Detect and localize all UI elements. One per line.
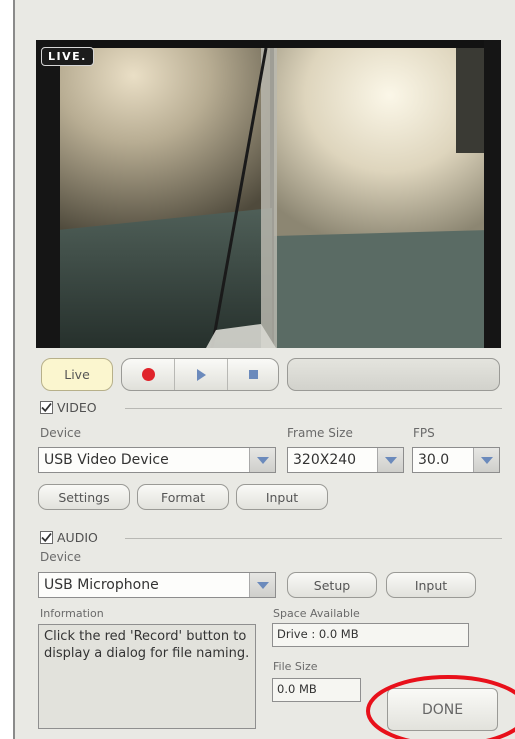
fps-label: FPS xyxy=(413,426,435,440)
frame-size-label: Frame Size xyxy=(287,426,353,440)
file-size-label: File Size xyxy=(273,660,318,673)
fps-dropdown[interactable]: 30.0 xyxy=(412,447,500,473)
record-icon xyxy=(141,368,155,381)
video-section-label: VIDEO xyxy=(57,400,97,415)
live-button[interactable]: Live xyxy=(41,358,113,391)
fps-value: 30.0 xyxy=(418,452,450,468)
done-button-label: DONE xyxy=(421,701,464,718)
video-device-label: Device xyxy=(40,426,82,440)
audio-section-divider xyxy=(125,538,502,539)
chevron-down-icon xyxy=(249,448,275,472)
format-button-label: Format xyxy=(160,489,206,505)
settings-button-label: Settings xyxy=(58,489,110,505)
format-button[interactable]: Format xyxy=(137,484,229,510)
video-preview: LIVE. xyxy=(36,40,501,348)
play-button[interactable] xyxy=(175,359,228,390)
information-box: Click the red 'Record' button to display… xyxy=(38,624,256,729)
frame-size-value: 320X240 xyxy=(293,452,357,468)
video-device-value: USB Video Device xyxy=(44,452,169,468)
video-input-button[interactable]: Input xyxy=(236,484,328,510)
setup-button-label: Setup xyxy=(313,577,351,593)
settings-button[interactable]: Settings xyxy=(38,484,130,510)
stop-icon xyxy=(248,370,258,379)
transport-group xyxy=(121,358,279,391)
setup-button[interactable]: Setup xyxy=(287,572,377,598)
record-button[interactable] xyxy=(122,359,175,390)
audio-input-button[interactable]: Input xyxy=(386,572,476,598)
space-available-label: Space Available xyxy=(273,607,360,620)
video-checkbox[interactable] xyxy=(40,401,53,414)
checkmark-icon xyxy=(41,402,52,413)
information-label: Information xyxy=(40,607,104,620)
chevron-down-icon xyxy=(249,573,275,597)
video-section-divider xyxy=(125,408,502,409)
play-icon xyxy=(196,368,206,381)
frame-size-dropdown[interactable]: 320X240 xyxy=(287,447,404,473)
video-device-dropdown[interactable]: USB Video Device xyxy=(38,447,276,473)
progress-display xyxy=(287,358,500,391)
chevron-down-icon xyxy=(473,448,499,472)
file-size-value: 0.0 MB xyxy=(277,682,317,696)
video-input-button-label: Input xyxy=(265,489,299,505)
audio-device-label: Device xyxy=(40,550,82,564)
live-button-label: Live xyxy=(64,367,90,382)
chevron-down-icon xyxy=(377,448,403,472)
space-available-field: Drive : 0.0 MB xyxy=(272,623,469,647)
live-badge: LIVE. xyxy=(41,47,94,66)
camera-image xyxy=(36,40,501,348)
audio-checkbox[interactable] xyxy=(40,531,53,544)
file-size-field: 0.0 MB xyxy=(272,678,361,702)
space-available-value: Drive : 0.0 MB xyxy=(277,627,359,641)
app-window: LIVE. Live VIDEO Device Frame Size FPS U… xyxy=(0,0,515,739)
checkmark-icon xyxy=(41,532,52,543)
audio-device-dropdown[interactable]: USB Microphone xyxy=(38,572,276,598)
stop-button[interactable] xyxy=(228,359,278,390)
information-text: Click the red 'Record' button to display… xyxy=(44,629,250,661)
audio-device-value: USB Microphone xyxy=(44,577,159,593)
live-badge-text: LIVE. xyxy=(48,50,87,63)
audio-section-label: AUDIO xyxy=(57,530,98,545)
done-button[interactable]: DONE xyxy=(387,688,498,731)
audio-input-button-label: Input xyxy=(414,577,448,593)
